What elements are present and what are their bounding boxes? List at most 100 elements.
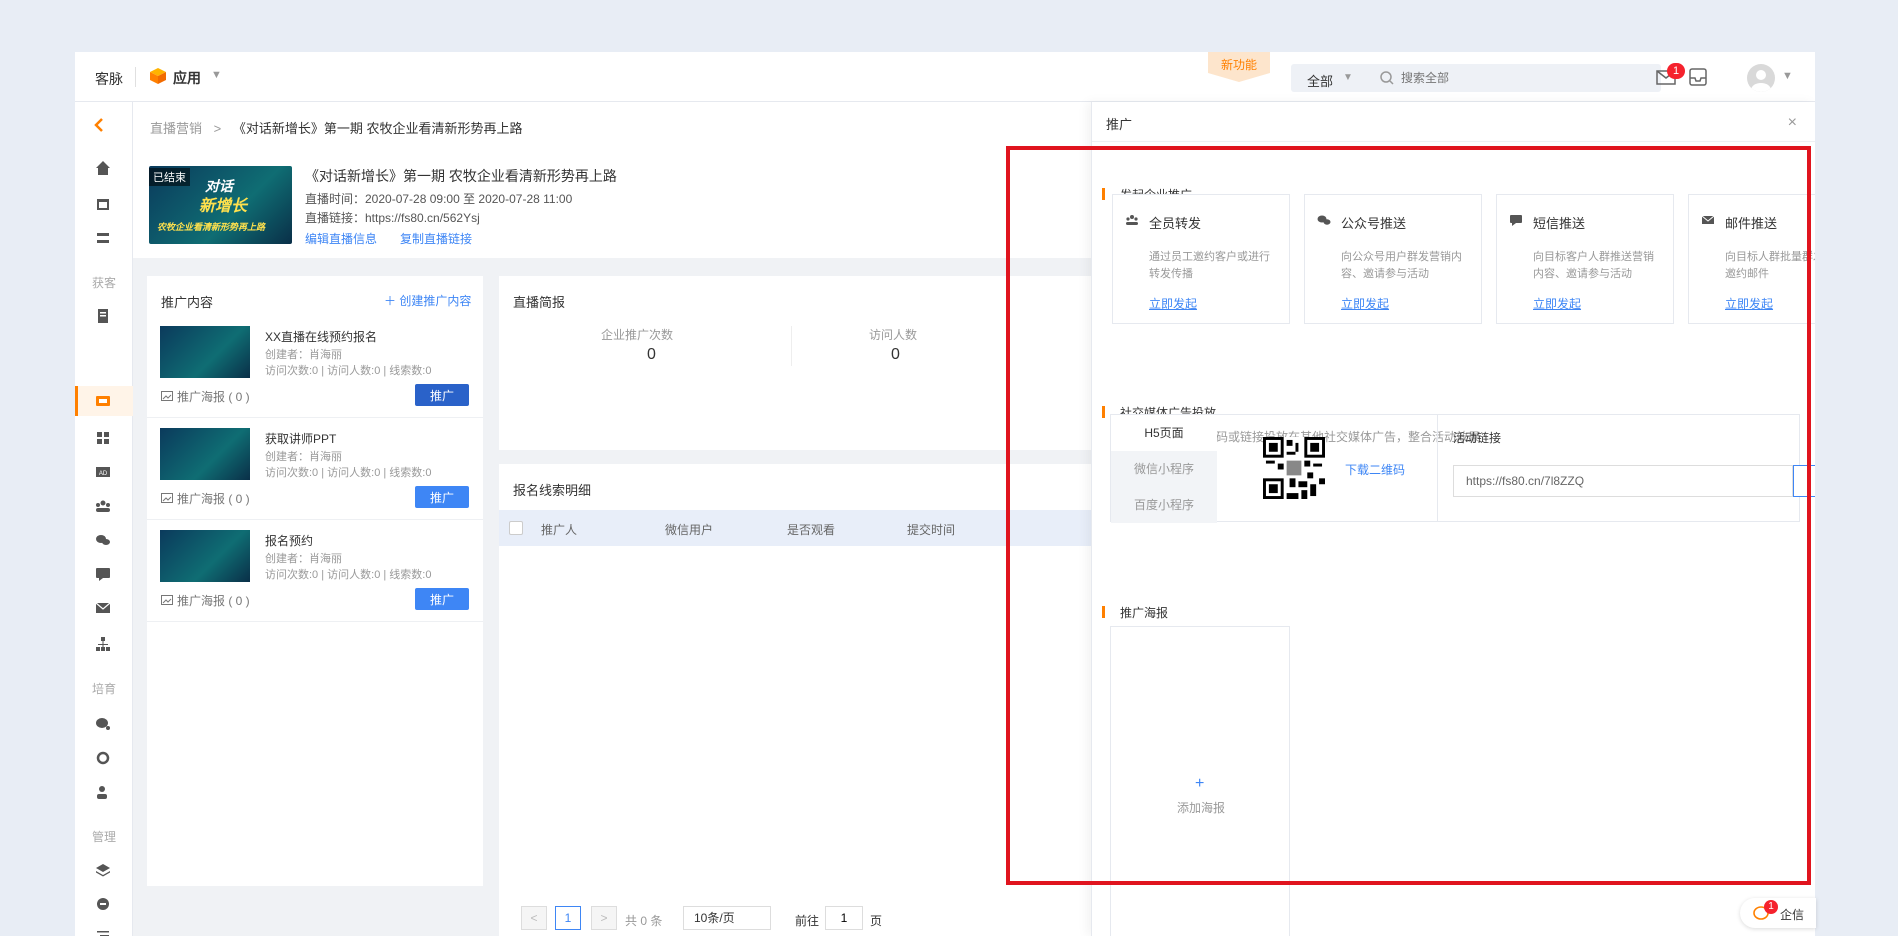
search-input[interactable] xyxy=(1401,68,1641,88)
page-number[interactable]: 1 xyxy=(555,906,581,930)
live-title: 《对话新增长》第一期 农牧企业看清新形势再上路 xyxy=(305,168,617,184)
user-settings-icon[interactable] xyxy=(95,784,111,800)
chevron-down-icon[interactable]: ▼ xyxy=(211,69,222,81)
launch-link[interactable]: 立即发起 xyxy=(1533,295,1581,312)
email-icon[interactable] xyxy=(95,600,111,616)
download-qr-link[interactable]: 下载二维码 xyxy=(1345,461,1405,478)
plus-icon: + xyxy=(1195,775,1205,792)
image-icon xyxy=(161,595,173,605)
org-chart-icon[interactable] xyxy=(95,636,111,652)
goto-page-input[interactable] xyxy=(825,906,863,930)
promo-card-sms[interactable]: 短信推送 向目标客户人群推送营销内容、邀请参与活动 立即发起 xyxy=(1496,194,1674,324)
promote-button[interactable]: 推广 xyxy=(415,384,469,406)
tab-wechat-miniprogram[interactable]: 微信小程序 xyxy=(1111,451,1217,487)
document-icon[interactable] xyxy=(95,308,111,324)
home-icon[interactable] xyxy=(95,160,111,176)
leads-panel: 报名线索明细 推广人 微信用户 是否观看 提交时间 < 1 > 共 0 条 10… xyxy=(499,464,1093,936)
promo-item-creator: 创建者：肖海丽 xyxy=(265,451,342,463)
live-icon[interactable] xyxy=(95,393,111,409)
create-promo-button[interactable]: ＋ 创建推广内容 xyxy=(384,292,471,309)
sms-icon xyxy=(1510,215,1522,226)
promo-item[interactable]: 报名预约 创建者：肖海丽 访问次数:0 | 访问人数:0 | 线索数:0 推广海… xyxy=(147,520,483,622)
breadcrumb-current: 《对话新增长》第一期 农牧企业看清新形势再上路 xyxy=(232,121,523,136)
metric-value: 0 xyxy=(891,346,900,363)
nav-active-indicator xyxy=(75,386,78,416)
sms-icon[interactable] xyxy=(95,566,111,582)
promote-button[interactable]: 推广 xyxy=(415,588,469,610)
metric-value: 0 xyxy=(647,346,656,363)
wechat-icon[interactable] xyxy=(95,532,111,548)
new-feature-badge[interactable]: 新功能 xyxy=(1208,52,1270,82)
layers-icon[interactable] xyxy=(95,862,111,878)
promo-poster-count[interactable]: 推广海报 ( 0 ) xyxy=(177,388,250,405)
svg-text:AD: AD xyxy=(99,471,108,477)
chat-bubbles-icon[interactable] xyxy=(95,716,111,732)
card-desc: 向目标客户人群推送营销内容、邀请参与活动 xyxy=(1533,251,1654,280)
promo-card-official-account[interactable]: 公众号推送 向公众号用户群发营销内容、邀请参与活动 立即发起 xyxy=(1304,194,1482,324)
brand-label[interactable]: 客脉 xyxy=(95,69,123,89)
top-bar: 客脉 应用 ▼ 新功能 全部 ▼ 1 xyxy=(75,52,1815,102)
divider xyxy=(135,67,136,87)
promo-item-stats: 访问次数:0 | 访问人数:0 | 线索数:0 xyxy=(265,569,432,581)
column-header[interactable]: 是否观看 xyxy=(787,521,835,538)
list-collapse-icon[interactable] xyxy=(95,928,111,936)
copy-link-button[interactable]: 复制 xyxy=(1793,465,1815,497)
add-poster-card[interactable]: + 添加海报 xyxy=(1110,626,1290,936)
link-icon[interactable] xyxy=(95,896,111,912)
calendar-icon[interactable] xyxy=(95,196,111,212)
cover-subtitle: 农牧企业看清新形势再上路 xyxy=(157,222,266,232)
chevron-down-icon[interactable]: ▼ xyxy=(1782,70,1793,82)
promo-item[interactable]: 获取讲师PPT 创建者：肖海丽 访问次数:0 | 访问人数:0 | 线索数:0 … xyxy=(147,418,483,520)
promo-thumbnail xyxy=(160,428,250,480)
grid-icon[interactable] xyxy=(95,430,111,446)
prev-page-button[interactable]: < xyxy=(521,906,547,930)
promo-poster-count[interactable]: 推广海报 ( 0 ) xyxy=(177,490,250,507)
ad-icon[interactable]: AD xyxy=(95,464,111,480)
pagination: < 1 > 共 0 条 10条/页 前往 页 xyxy=(499,904,1093,934)
promo-poster-count[interactable]: 推广海报 ( 0 ) xyxy=(177,592,250,609)
promo-item-stats: 访问次数:0 | 访问人数:0 | 线索数:0 xyxy=(265,467,432,479)
activity-link-field[interactable]: https://fs80.cn/7l8ZZQ xyxy=(1453,465,1793,497)
flow-icon[interactable] xyxy=(95,230,111,246)
promote-button[interactable]: 推广 xyxy=(415,486,469,508)
people-icon[interactable] xyxy=(95,498,111,514)
tab-h5[interactable]: H5页面 xyxy=(1111,415,1217,451)
app-window: 客脉 应用 ▼ 新功能 全部 ▼ 1 xyxy=(75,52,1815,936)
column-header[interactable]: 微信用户 xyxy=(665,521,713,538)
search-scope-select[interactable]: 全部 xyxy=(1307,71,1333,90)
drawer-header: 推广 × xyxy=(1092,102,1815,142)
total-count: 共 0 条 xyxy=(625,914,663,928)
promo-card-email[interactable]: 邮件推送 向目标人群批量群发活动邀约邮件 立即发起 xyxy=(1688,194,1815,324)
chevron-down-icon[interactable]: ▼ xyxy=(1343,72,1353,83)
divider xyxy=(1437,415,1438,521)
chat-launcher[interactable]: 1 企信 xyxy=(1740,898,1816,928)
team-icon xyxy=(1126,215,1138,225)
tab-baidu-miniprogram[interactable]: 百度小程序 xyxy=(1111,487,1217,523)
mail-badge: 1 xyxy=(1667,63,1685,79)
social-media-box: H5页面 微信小程序 百度小程序 下载二维码 活动链接 https://fs80… xyxy=(1110,414,1815,523)
app-menu-label[interactable]: 应用 xyxy=(173,68,201,88)
edit-live-link[interactable]: 编辑直播信息 xyxy=(305,230,377,247)
promo-thumbnail xyxy=(160,530,250,582)
avatar[interactable] xyxy=(1747,64,1775,92)
column-header[interactable]: 推广人 xyxy=(541,521,577,538)
close-icon[interactable]: × xyxy=(1788,114,1797,132)
goto-label: 前往 xyxy=(795,914,820,928)
launch-link[interactable]: 立即发起 xyxy=(1341,295,1389,312)
breadcrumb-parent[interactable]: 直播营销 xyxy=(150,121,202,136)
promo-item[interactable]: XX直播在线预约报名 创建者：肖海丽 访问次数:0 | 访问人数:0 | 线索数… xyxy=(147,316,483,418)
next-page-button[interactable]: > xyxy=(591,906,617,930)
chat-badge: 1 xyxy=(1764,900,1778,914)
copy-live-link[interactable]: 复制直播链接 xyxy=(400,230,472,247)
promo-card-all-staff[interactable]: 全员转发 通过员工邀约客户或进行转发传播 立即发起 xyxy=(1112,194,1290,324)
activity-link-label: 活动链接 xyxy=(1453,431,1502,445)
launch-link[interactable]: 立即发起 xyxy=(1149,295,1197,312)
column-header[interactable]: 提交时间 xyxy=(907,521,955,538)
ring-icon[interactable] xyxy=(95,750,111,766)
back-arrow-icon[interactable] xyxy=(91,116,109,134)
page-size-select[interactable]: 10条/页 xyxy=(683,906,771,930)
select-all-checkbox[interactable] xyxy=(509,521,523,535)
launch-link[interactable]: 立即发起 xyxy=(1725,295,1773,312)
inbox-icon[interactable] xyxy=(1687,66,1709,88)
card-title: 短信推送 xyxy=(1533,216,1586,231)
